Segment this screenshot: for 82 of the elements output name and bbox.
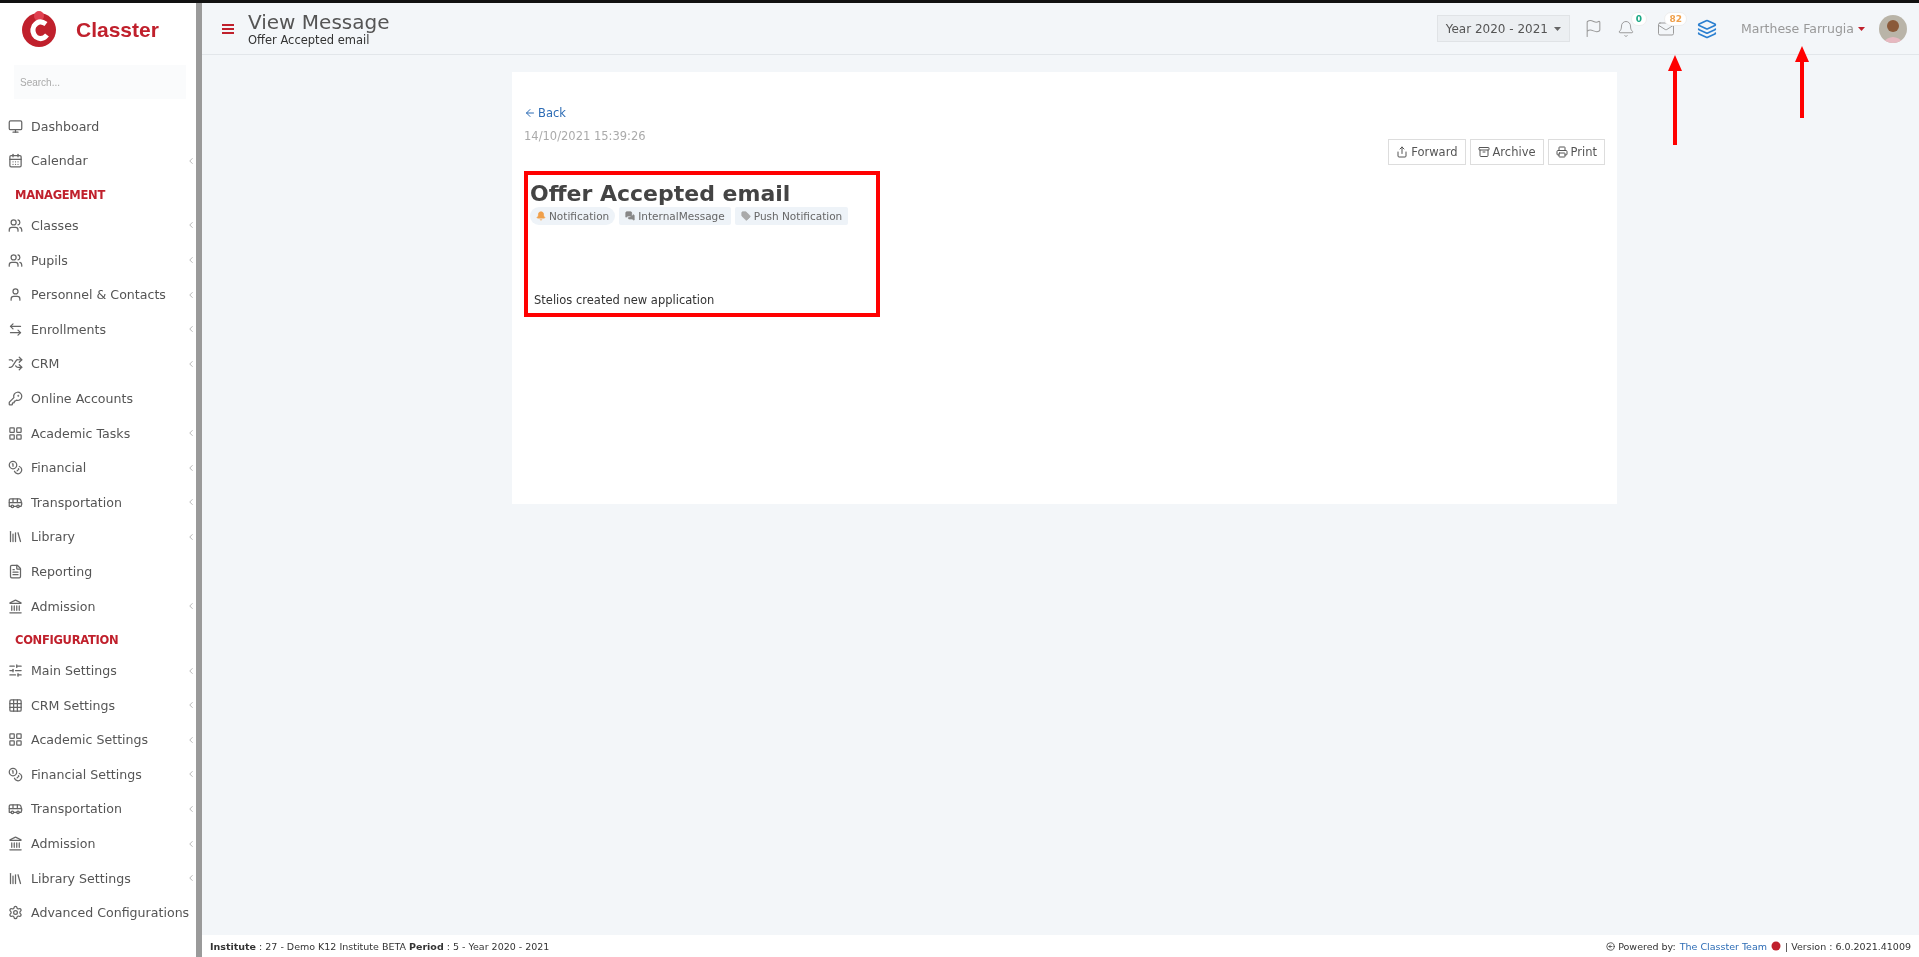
sidebar-item[interactable]: Calendar — [0, 143, 196, 179]
sidebar-item[interactable]: Personnel & Contacts — [0, 277, 196, 312]
grid-icon — [8, 697, 23, 713]
sliders-icon — [8, 663, 23, 679]
bell-icon[interactable] — [1616, 19, 1635, 38]
action-button[interactable]: Print — [1547, 139, 1605, 165]
message-badge: 82 — [1664, 11, 1687, 26]
arrow-left-icon — [524, 107, 536, 119]
sidebar-item[interactable]: Transportation — [0, 791, 196, 827]
back-link[interactable]: Back — [524, 106, 566, 120]
printer-icon — [1555, 146, 1568, 158]
sidebar-item[interactable]: Library — [0, 519, 196, 555]
powered-by-text: Powered by: — [1618, 940, 1676, 952]
grid-icon — [8, 732, 23, 748]
shuffle-icon — [8, 356, 23, 372]
sidebar-item[interactable]: Library Settings — [0, 860, 196, 896]
message-tag: InternalMessage — [619, 207, 731, 225]
sidebar-item[interactable]: Pupils — [0, 242, 196, 278]
message-body: Stelios created new application — [534, 293, 716, 307]
sidebar-item[interactable]: Admission — [0, 826, 196, 861]
brand-name: Classter — [76, 18, 159, 42]
people-icon — [8, 218, 23, 233]
action-button[interactable]: Forward — [1388, 139, 1466, 165]
version-text: | Version : 6.0.2021.41009 — [1785, 940, 1911, 952]
key-icon — [8, 390, 23, 406]
sidebar-item[interactable]: Classes — [0, 208, 196, 243]
logo-icon — [20, 10, 58, 50]
sidebar-item[interactable]: Financial — [0, 450, 196, 485]
menu-icon[interactable] — [222, 23, 234, 34]
sidebar-item[interactable]: Reporting — [0, 554, 196, 589]
message-tag: Push Notification — [734, 207, 849, 225]
document-icon — [8, 563, 23, 579]
search-field[interactable]: Search... — [14, 65, 186, 99]
laptop-icon — [8, 118, 23, 134]
page-title: View Message — [248, 10, 390, 33]
bus-icon — [8, 801, 23, 817]
year-dropdown[interactable]: Year 2020 - 2021 — [1436, 15, 1570, 42]
calendar-icon — [8, 153, 23, 169]
action-button[interactable]: Archive — [1469, 139, 1544, 165]
layers-icon[interactable] — [1696, 18, 1717, 39]
coins-icon — [8, 460, 23, 476]
sidebar-item[interactable]: Advanced Configurations — [0, 895, 196, 931]
sidebar-item[interactable]: Admission — [0, 588, 196, 624]
swap-icon — [8, 321, 23, 337]
sidebar-item[interactable]: Financial Settings — [0, 757, 196, 792]
section-heading: CONFIGURATION — [14, 632, 120, 650]
bell-icon — [536, 211, 546, 221]
building-icon — [8, 598, 23, 614]
grid-icon — [8, 425, 23, 441]
sidebar-item[interactable]: CRM Settings — [0, 687, 196, 723]
chat-icon — [625, 211, 636, 221]
message-title: Offer Accepted email — [530, 181, 792, 206]
coins-icon — [8, 766, 23, 782]
message-date: 14/10/2021 15:39:26 — [524, 129, 647, 143]
logo-icon — [1771, 941, 1782, 951]
notification-badge: 0 — [1630, 11, 1647, 26]
message-tag: Notification — [530, 207, 616, 225]
settings-icon — [8, 905, 23, 921]
sidebar-item[interactable]: Main Settings — [0, 653, 196, 688]
caret-icon — [1553, 26, 1561, 31]
team-link[interactable]: The Classter Team — [1679, 940, 1768, 952]
sidebar-item[interactable]: Transportation — [0, 484, 196, 520]
sidebar-item[interactable]: Enrollments — [0, 311, 196, 347]
people-icon — [8, 252, 23, 268]
page-subtitle: Offer Accepted email — [248, 32, 370, 47]
caret-icon — [1858, 26, 1865, 31]
person-icon — [8, 287, 23, 303]
sidebar-item[interactable]: Dashboard — [0, 109, 196, 144]
share-icon — [1396, 146, 1409, 158]
archive-icon — [1477, 146, 1490, 158]
avatar[interactable] — [1879, 14, 1907, 43]
annotation-arrow — [1795, 46, 1809, 118]
sidebar-item[interactable]: Academic Tasks — [0, 415, 196, 451]
books-icon — [8, 870, 23, 886]
sidebar-item[interactable]: Academic Settings — [0, 722, 196, 758]
sidebar-item[interactable]: CRM — [0, 346, 196, 382]
section-heading: MANAGEMENT — [14, 187, 107, 205]
sidebar-item[interactable]: Online Accounts — [0, 381, 196, 416]
building-icon — [8, 836, 23, 852]
books-icon — [8, 529, 23, 545]
tag-icon — [740, 211, 751, 221]
footer-info: Institute : 27 - Demo K12 Institute BETA Period : 5 - Year 2020 - 2021 — [210, 940, 550, 952]
